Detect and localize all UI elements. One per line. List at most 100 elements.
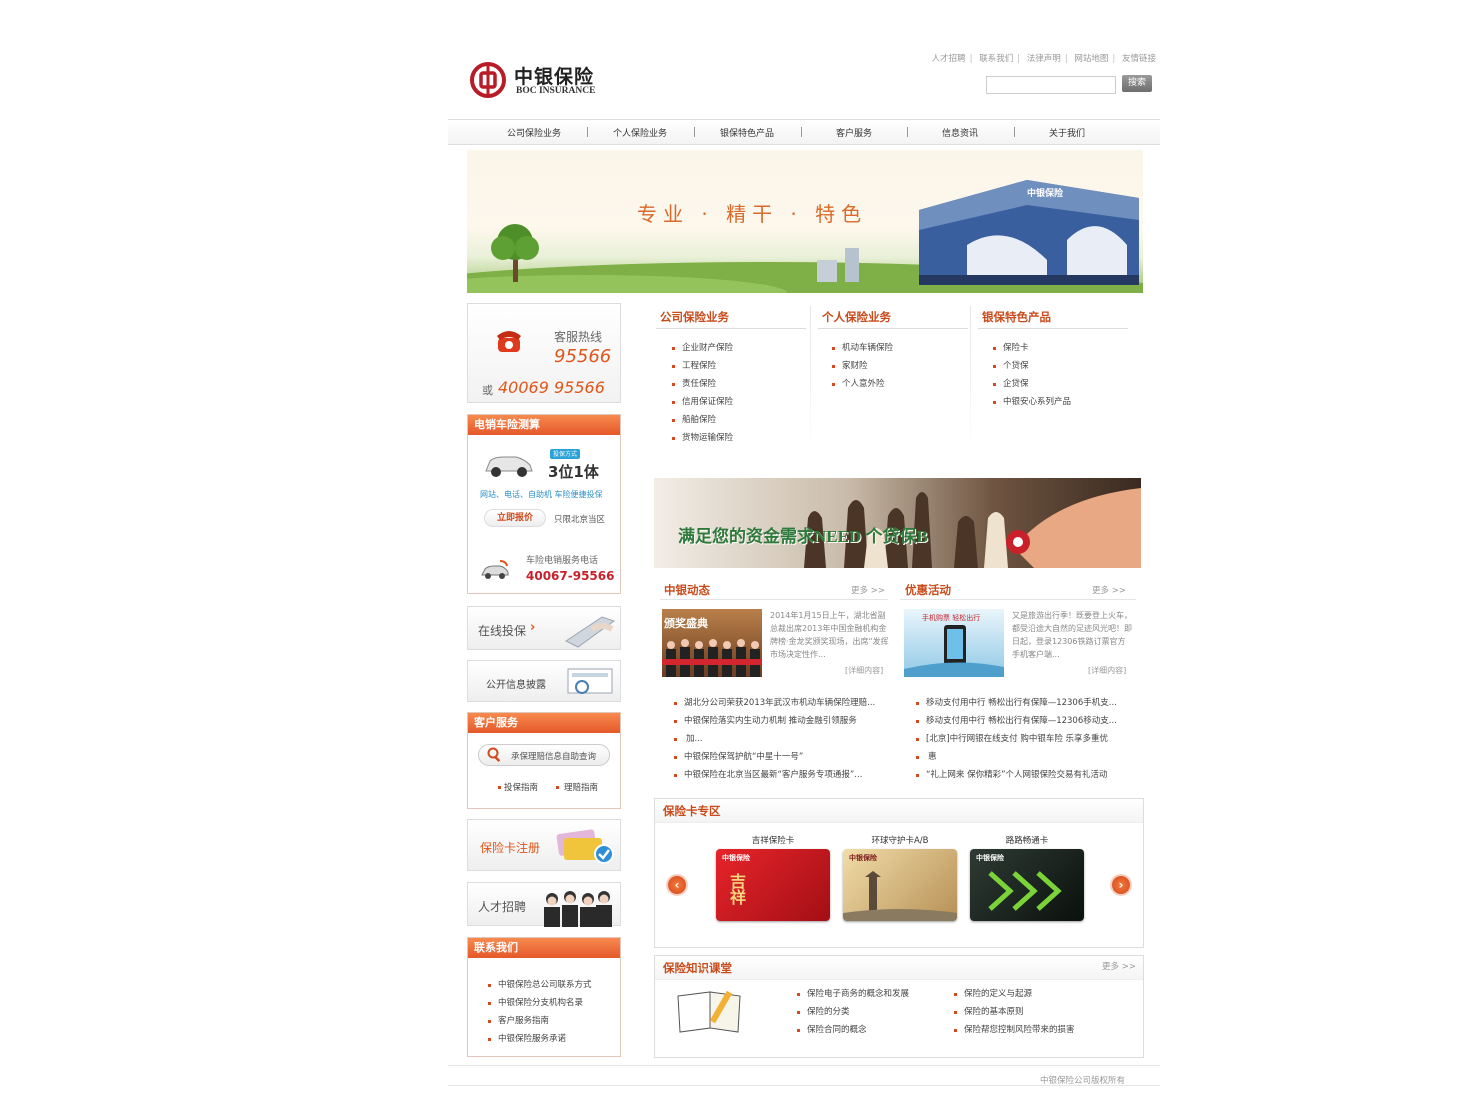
search-button[interactable]: 搜索 — [1122, 75, 1152, 92]
card-global[interactable]: 中银保险 — [843, 849, 957, 921]
top-link-contact[interactable]: 联系我们 — [979, 54, 1013, 64]
jobs-link[interactable]: 人才招聘 — [467, 882, 621, 927]
offers-item[interactable]: 移动支付用中行 畅松出行有保障—12306手机支... — [916, 694, 1117, 712]
cards-title: 保险卡专区 — [655, 799, 1143, 823]
card-register-link[interactable]: 保险卡注册 — [467, 819, 621, 871]
disclosure-link[interactable]: 公开信息披露 — [467, 660, 621, 702]
top-link-jobs[interactable]: 人才招聘 — [932, 54, 966, 64]
hotline-box[interactable]: 客服热线 95566 或 40069 95566 — [467, 303, 621, 403]
logo[interactable]: 中银保险 BOC INSURANCE — [470, 62, 600, 100]
personal-item[interactable]: 个人意外险 — [832, 375, 893, 393]
card-label-jixiang: 吉祥保险卡 — [751, 836, 795, 846]
card-brand: 中银保险 — [849, 854, 877, 862]
guide-claim-link[interactable]: 理赔指南 — [564, 781, 598, 793]
search-input[interactable] — [986, 76, 1116, 94]
news-item[interactable]: 中银保险在北京当区最新“客户服务专项通报”... — [674, 766, 875, 784]
personal-item[interactable]: 机动车辆保险 — [832, 339, 893, 357]
contact-item[interactable]: 中银保险服务承诺 — [488, 1030, 592, 1048]
car-badge: 3位1体 — [548, 463, 599, 481]
nav-bancassurance[interactable]: 银保特色产品 — [694, 126, 800, 139]
offers-item[interactable]: [北京]中行网银在线支付 购中银车险 乐享多重优 — [916, 730, 1117, 748]
car-phone-icon — [481, 560, 509, 579]
offers-more-link[interactable]: 更多 >> — [1092, 584, 1126, 596]
staff-group-icon — [544, 891, 612, 927]
corp-item[interactable]: 企业财产保险 — [672, 339, 733, 357]
offers-item[interactable]: “礼上网来 保你精彩”个人网银保险交易有礼活动 — [916, 766, 1117, 784]
news-detail-link[interactable]: [详细内容] — [845, 665, 883, 676]
news-item[interactable]: 中银保险落实内生动力机制 推动金融引领服务 — [674, 712, 875, 730]
guide-insure-link[interactable]: 投保指南 — [504, 781, 538, 793]
news-more-link[interactable]: 更多 >> — [851, 584, 885, 596]
corp-biz-list: 企业财产保险 工程保险 责任保险 信用保证保险 船舶保险 货物运输保险 — [672, 339, 733, 447]
offers-detail-link[interactable]: [详细内容] — [1088, 665, 1126, 676]
banner-building-sign: 中银保险 — [1027, 189, 1064, 199]
nav-personal[interactable]: 个人保险业务 — [587, 126, 693, 139]
card-road[interactable]: 中银保险 — [970, 849, 1084, 921]
personal-item[interactable]: 家财险 — [832, 357, 893, 375]
offers-item[interactable]: 惠 — [916, 748, 1117, 766]
knowledge-item[interactable]: 保险的基本原则 — [954, 1003, 1075, 1021]
policy-query-button[interactable]: 承保理赔信息自助查询 — [478, 744, 610, 766]
corp-item[interactable]: 信用保证保险 — [672, 393, 733, 411]
carousel-prev-button[interactable]: ‹ — [666, 874, 688, 896]
contact-box: 联系我们 中银保险总公司联系方式 中银保险分支机构名录 客户服务指南 中银保险服… — [467, 937, 621, 1057]
corp-biz-title[interactable]: 公司保险业务 — [660, 309, 729, 325]
knowledge-item[interactable]: 保险的定义与起源 — [954, 985, 1075, 1003]
hero-banner[interactable]: 专业 · 精干 · 特色 中银保险 — [467, 150, 1143, 293]
car-badge-top: 投保方式 — [550, 449, 580, 459]
car-phone: 40067-95566 — [526, 569, 615, 583]
news-summary: 2014年1月15日上午，湖北省副总裁出席2013年中国金融机构金牌榜·金龙奖颁… — [770, 611, 889, 659]
knowledge-item[interactable]: 保险的分类 — [797, 1003, 909, 1021]
contact-item[interactable]: 客户服务指南 — [488, 1012, 592, 1030]
knowledge-item[interactable]: 保险电子商务的概念和发展 — [797, 985, 909, 1003]
nav-customer-service[interactable]: 客户服务 — [801, 126, 907, 139]
card-label-global: 环球守护卡A/B — [871, 836, 929, 846]
corp-item[interactable]: 责任保险 — [672, 375, 733, 393]
car-quote-button[interactable]: 立即报价 — [484, 509, 546, 527]
banc-item[interactable]: 个贷保 — [993, 357, 1071, 375]
hotline-or: 或 — [482, 384, 493, 397]
online-insure-link[interactable]: 在线投保 › — [467, 606, 621, 650]
corp-item[interactable]: 船舶保险 — [672, 411, 733, 429]
news-item[interactable]: 中银保险保驾护航“中星十一号” — [674, 748, 875, 766]
news-item[interactable]: 湖北分公司荣获2013年武汉市机动车辆保险理赔... — [674, 694, 875, 712]
offers-title[interactable]: 优惠活动 — [905, 582, 951, 598]
nav-news[interactable]: 信息资讯 — [907, 126, 1013, 139]
top-link-legal[interactable]: 法律声明 — [1027, 54, 1061, 64]
top-link-friends[interactable]: 友情链接 — [1122, 54, 1156, 64]
corp-item[interactable]: 工程保险 — [672, 357, 733, 375]
promo-banner[interactable]: 满足您的资金需求NEED 个贷保B — [654, 478, 1141, 568]
personal-biz-title[interactable]: 个人保险业务 — [822, 309, 891, 325]
knowledge-item[interactable]: 保险合同的概念 — [797, 1021, 909, 1039]
disclosure-label: 公开信息披露 — [486, 680, 546, 691]
knowledge-item[interactable]: 保险帮您控制风险带来的损害 — [954, 1021, 1075, 1039]
customer-service-box: 客户服务 承保理赔信息自助查询 投保指南 理赔指南 — [467, 712, 621, 809]
card-brand: 中银保险 — [722, 854, 750, 862]
online-insure-label: 在线投保 — [478, 624, 527, 638]
banc-item[interactable]: 中银安心系列产品 — [993, 393, 1071, 411]
knowledge-more-link[interactable]: 更多 >> — [1102, 960, 1136, 972]
logo-en: BOC INSURANCE — [516, 86, 596, 96]
banc-item[interactable]: 保险卡 — [993, 339, 1071, 357]
car-area: 只限北京当区 — [554, 515, 606, 525]
banc-item[interactable]: 企贷保 — [993, 375, 1071, 393]
news-item[interactable]: 加... — [674, 730, 875, 748]
nav-about[interactable]: 关于我们 — [1014, 126, 1120, 139]
contact-item[interactable]: 中银保险总公司联系方式 — [488, 976, 592, 994]
corp-item[interactable]: 货物运输保险 — [672, 429, 733, 447]
news-title[interactable]: 中银动态 — [664, 582, 710, 598]
top-links: 人才招聘 | 联系我们 | 法律声明 | 网站地图 | 友情链接 — [931, 54, 1156, 64]
banc-biz-title[interactable]: 银保特色产品 — [982, 309, 1051, 325]
laptop-hand-icon — [565, 616, 616, 648]
carousel-next-button[interactable]: › — [1110, 874, 1132, 896]
top-link-sitemap[interactable]: 网站地图 — [1074, 54, 1108, 64]
contact-item[interactable]: 中银保险分支机构名录 — [488, 994, 592, 1012]
card-jixiang[interactable]: 中银保险 吉祥 — [716, 849, 830, 921]
news-thumbnail[interactable]: 颁奖盛典 — [662, 609, 762, 677]
offers-thumbnail[interactable]: 手机购票 轻松出行 — [904, 609, 1004, 677]
nav-corporate[interactable]: 公司保险业务 — [481, 126, 587, 139]
car-phone-label: 车险电销服务电话 — [526, 556, 599, 566]
contact-list: 中银保险总公司联系方式 中银保险分支机构名录 客户服务指南 中银保险服务承诺 — [488, 976, 592, 1048]
customer-service-title: 客户服务 — [468, 713, 620, 733]
offers-item[interactable]: 移动支付用中行 畅松出行有保障—12306移动支... — [916, 712, 1117, 730]
